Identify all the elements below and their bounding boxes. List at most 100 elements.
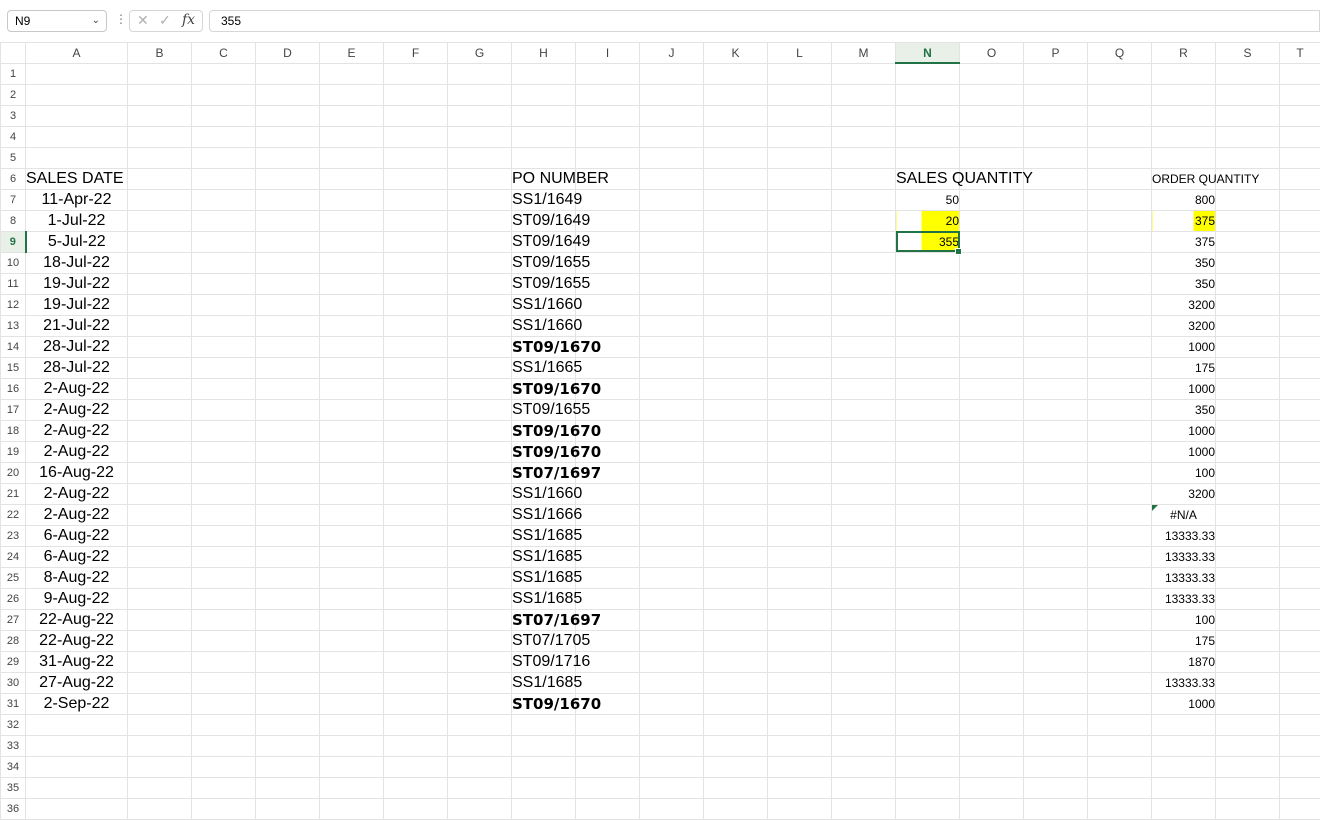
row-header-20[interactable]: 20 [1,462,26,483]
row-header-30[interactable]: 30 [1,672,26,693]
cell-g35[interactable] [448,777,512,798]
cell-j17[interactable] [640,399,704,420]
cancel-icon[interactable]: ✕ [137,12,149,29]
cell-r25[interactable]: 13333.33 [1152,567,1216,588]
cell-p22[interactable] [1024,504,1088,525]
cell-q8[interactable] [1088,210,1152,231]
cell-n15[interactable] [896,357,960,378]
row-header-18[interactable]: 18 [1,420,26,441]
cell-j20[interactable] [640,462,704,483]
cell-r19[interactable]: 1000 [1152,441,1216,462]
cell-d15[interactable] [256,357,320,378]
cell-k20[interactable] [704,462,768,483]
cell-l30[interactable] [768,672,832,693]
cell-t3[interactable] [1280,105,1320,126]
cell-a13[interactable]: 21-Jul-22 [26,315,128,336]
cell-g22[interactable] [448,504,512,525]
cell-t22[interactable] [1280,504,1320,525]
cell-a15[interactable]: 28-Jul-22 [26,357,128,378]
cell-o5[interactable] [960,147,1024,168]
column-header-p[interactable]: P [1024,43,1088,64]
row-header-22[interactable]: 22 [1,504,26,525]
cell-t25[interactable] [1280,567,1320,588]
cell-t21[interactable] [1280,483,1320,504]
row-header-21[interactable]: 21 [1,483,26,504]
cell-m15[interactable] [832,357,896,378]
cell-e31[interactable] [320,693,384,714]
cell-r32[interactable] [1152,714,1216,735]
column-header-n[interactable]: N [896,43,960,64]
cell-c7[interactable] [192,189,256,210]
cell-m25[interactable] [832,567,896,588]
cell-a22[interactable]: 2-Aug-22 [26,504,128,525]
cell-t27[interactable] [1280,609,1320,630]
cell-q23[interactable] [1088,525,1152,546]
cell-r18[interactable]: 1000 [1152,420,1216,441]
cell-t18[interactable] [1280,420,1320,441]
cell-q27[interactable] [1088,609,1152,630]
cell-s6[interactable] [1216,168,1280,189]
cell-a5[interactable] [26,147,128,168]
cell-a16[interactable]: 2-Aug-22 [26,378,128,399]
cell-s5[interactable] [1216,147,1280,168]
row-header-1[interactable]: 1 [1,63,26,84]
cell-s20[interactable] [1216,462,1280,483]
name-box[interactable]: N9 ⌄ [7,10,107,32]
cell-h12[interactable]: SS1/1660 [512,294,576,315]
insert-function-icon[interactable]: fx [182,12,195,28]
cell-c26[interactable] [192,588,256,609]
cell-f9[interactable] [384,231,448,252]
cell-o32[interactable] [960,714,1024,735]
cell-c4[interactable] [192,126,256,147]
cell-b33[interactable] [128,735,192,756]
cell-a24[interactable]: 6-Aug-22 [26,546,128,567]
cell-j2[interactable] [640,84,704,105]
cell-b23[interactable] [128,525,192,546]
cell-q25[interactable] [1088,567,1152,588]
cell-c36[interactable] [192,798,256,819]
cell-l22[interactable] [768,504,832,525]
cell-l25[interactable] [768,567,832,588]
cell-q3[interactable] [1088,105,1152,126]
cell-m33[interactable] [832,735,896,756]
cell-h23[interactable]: SS1/1685 [512,525,576,546]
cell-a7[interactable]: 11-Apr-22 [26,189,128,210]
cell-m21[interactable] [832,483,896,504]
cell-r15[interactable]: 175 [1152,357,1216,378]
cell-d27[interactable] [256,609,320,630]
cell-i9[interactable] [576,231,640,252]
cell-l8[interactable] [768,210,832,231]
cell-j13[interactable] [640,315,704,336]
cell-j9[interactable] [640,231,704,252]
cell-o15[interactable] [960,357,1024,378]
cell-h19[interactable]: ST09/1670 [512,441,576,462]
cell-c12[interactable] [192,294,256,315]
cell-h26[interactable]: SS1/1685 [512,588,576,609]
cell-o18[interactable] [960,420,1024,441]
cell-q11[interactable] [1088,273,1152,294]
cell-k5[interactable] [704,147,768,168]
cell-d30[interactable] [256,672,320,693]
cell-f1[interactable] [384,63,448,84]
cell-p11[interactable] [1024,273,1088,294]
cell-b34[interactable] [128,756,192,777]
cell-i17[interactable] [576,399,640,420]
column-header-g[interactable]: G [448,43,512,64]
cell-r14[interactable]: 1000 [1152,336,1216,357]
cell-o36[interactable] [960,798,1024,819]
row-header-35[interactable]: 35 [1,777,26,798]
cell-n4[interactable] [896,126,960,147]
cell-a20[interactable]: 16-Aug-22 [26,462,128,483]
cell-j36[interactable] [640,798,704,819]
cell-a25[interactable]: 8-Aug-22 [26,567,128,588]
cell-c19[interactable] [192,441,256,462]
cell-d5[interactable] [256,147,320,168]
cell-a30[interactable]: 27-Aug-22 [26,672,128,693]
cell-o12[interactable] [960,294,1024,315]
cell-r28[interactable]: 175 [1152,630,1216,651]
cell-p6[interactable] [1024,168,1088,189]
cell-k30[interactable] [704,672,768,693]
cell-s28[interactable] [1216,630,1280,651]
row-header-2[interactable]: 2 [1,84,26,105]
cell-h16[interactable]: ST09/1670 [512,378,576,399]
